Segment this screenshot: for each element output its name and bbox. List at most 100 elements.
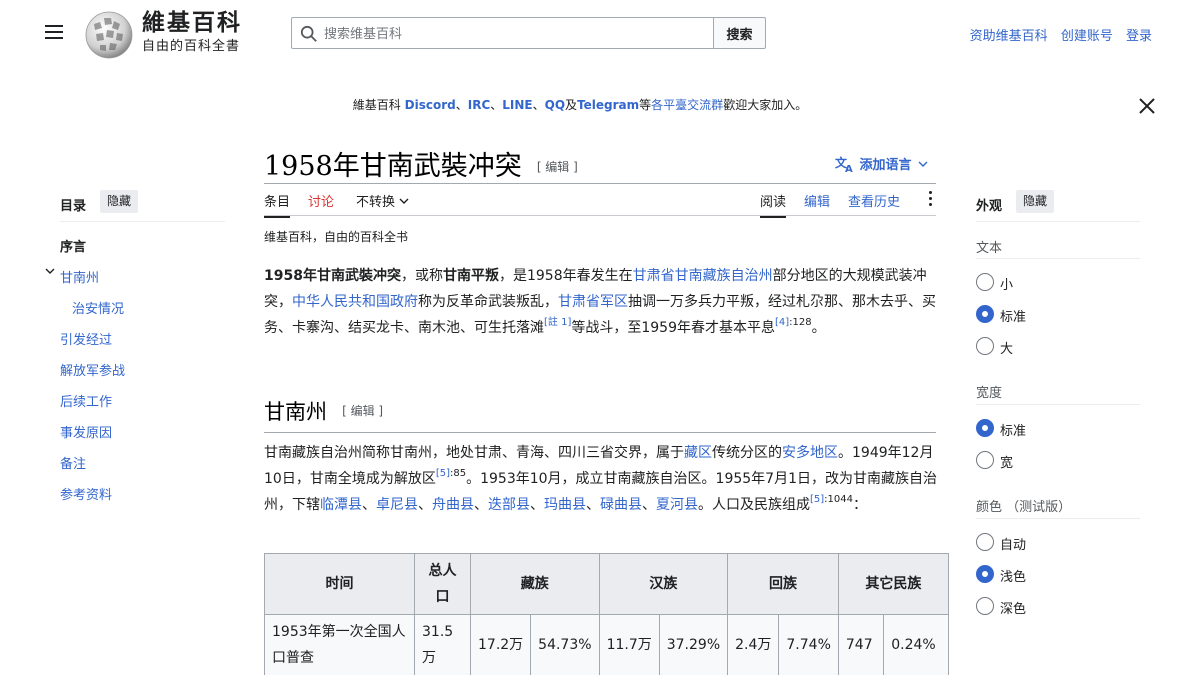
color-label: 颜色 （测试版） <box>976 500 1072 515</box>
create-account-link[interactable]: 创建账号 <box>1061 29 1113 44</box>
text: 。人口及民族组成 <box>698 497 810 513</box>
link-lintan[interactable]: 临潭县 <box>320 497 362 513</box>
footnote-ref: [5]:1044 <box>810 494 853 505</box>
link-diebu[interactable]: 迭部县 <box>488 497 530 513</box>
table-header: 回族 <box>727 553 839 615</box>
ref-page: :85 <box>450 468 467 479</box>
radio-circle <box>976 337 994 355</box>
tab-history[interactable]: 查看历史 <box>848 191 900 210</box>
search-button[interactable]: 搜索 <box>713 17 766 49</box>
text: ： <box>853 497 867 513</box>
toc-item-reasons[interactable]: 事发原因 <box>60 422 112 441</box>
notice-groups-link[interactable]: 各平臺交流群 <box>651 98 723 112</box>
section-edit-link[interactable]: [ 编辑 ] <box>342 404 383 418</box>
notice-sep: 、 <box>455 98 468 112</box>
radio-circle-selected <box>976 305 994 323</box>
divider <box>976 258 1140 259</box>
bold-term: 甘南平叛 <box>442 268 499 284</box>
notice-discord-link[interactable]: Discord <box>405 98 456 112</box>
table-cell: 37.29% <box>658 614 729 675</box>
search-input[interactable] <box>324 23 704 45</box>
divider <box>976 404 1140 405</box>
toc-item-references[interactable]: 参考资料 <box>60 484 112 503</box>
page-title-area: 1958年甘南武裝冲突 [ 编辑 ] <box>264 144 578 183</box>
toc-header: 目录 隐藏 <box>60 190 225 222</box>
chevron-down-icon[interactable] <box>45 266 55 276</box>
link-zhuoni[interactable]: 卓尼县 <box>376 497 418 513</box>
link-tibet-region[interactable]: 藏区 <box>684 445 712 461</box>
chevron-down-icon <box>399 198 409 204</box>
main-menu-icon[interactable] <box>42 22 66 46</box>
more-actions-icon[interactable] <box>927 189 933 209</box>
search-icon <box>300 25 317 42</box>
svg-text:A: A <box>845 164 853 173</box>
notice-prefix: 維基百科 <box>352 98 405 112</box>
radio-circle-selected <box>976 419 994 437</box>
note-1-link[interactable]: [註 1] <box>544 317 571 328</box>
link-prc-government[interactable]: 中华人民共和国政府 <box>292 294 418 310</box>
text: ，是1958年春发生在 <box>498 268 633 284</box>
site-header: 維基百科 自由的百科全書 搜索 资助维基百科 创建账号 登录 <box>0 0 1200 70</box>
wordmark-name: 維基百科 <box>142 9 242 36</box>
radio-circle <box>976 451 994 469</box>
toc-hide-button[interactable]: 隐藏 <box>100 190 139 213</box>
radio-label: 深色 <box>1000 602 1027 617</box>
notice-qq-link[interactable]: QQ <box>545 98 565 112</box>
radio-circle <box>976 273 994 291</box>
ref-5-link[interactable]: [5] <box>436 468 450 479</box>
wikipedia-globe-logo[interactable] <box>84 10 134 60</box>
table-row: 1953年第一次全国人口普查 31.5万 17.2万 54.73% 11.7万 … <box>264 614 949 675</box>
add-languages-button[interactable]: 文 A 添加语言 <box>835 154 928 175</box>
notice-line-link[interactable]: LINE <box>502 98 532 112</box>
link-gannan-prefecture[interactable]: 甘南藏族自治州 <box>675 268 773 284</box>
login-link[interactable]: 登录 <box>1126 29 1152 44</box>
tab-edit[interactable]: 编辑 <box>804 191 830 210</box>
radio-label: 标准 <box>1000 424 1027 439</box>
toc-item-cause[interactable]: 引发经过 <box>60 329 112 348</box>
add-languages-label: 添加语言 <box>859 158 912 173</box>
toc-item-gannan[interactable]: 甘南州 <box>60 267 99 286</box>
tab-talk[interactable]: 讨论 <box>308 191 334 210</box>
toc-item-intro[interactable]: 序言 <box>60 236 86 255</box>
text: 传统分区的 <box>712 445 782 461</box>
table-of-contents: 目录 隐藏 序言 甘南州 治安情况 引发经过 解放军参战 后续工作 事发原因 备… <box>45 190 225 503</box>
table-header: 时间 <box>264 553 415 615</box>
table-header: 汉族 <box>598 553 729 615</box>
toc-item-security[interactable]: 治安情况 <box>72 298 124 317</box>
site-notice: 維基百科 Discord、IRC、LINE、QQ及Telegram等各平臺交流群… <box>0 96 1160 113</box>
population-table: 时间 总人口 藏族 汉族 回族 其它民族 1953年第一次全国人口普查 31.5… <box>264 553 949 675</box>
user-links: 资助维基百科 创建账号 登录 <box>961 25 1152 44</box>
link-amdo[interactable]: 安多地区 <box>782 445 838 461</box>
link-gansu-military[interactable]: 甘肃省军区 <box>558 294 628 310</box>
ref-4-link[interactable]: [4] <box>775 317 789 328</box>
tab-article[interactable]: 条目 <box>264 191 291 218</box>
site-tagline: 维基百科，自由的百科全书 <box>264 230 409 244</box>
text: 甘南藏族自治州简称甘南州，地处甘肃、青海、四川三省交界，属于 <box>264 445 684 461</box>
toc-item-notes[interactable]: 备注 <box>60 453 86 472</box>
variant-dropdown[interactable]: 不转换 <box>356 191 409 210</box>
link-maqu[interactable]: 玛曲县 <box>544 497 586 513</box>
link-luqu[interactable]: 碌曲县 <box>600 497 642 513</box>
notice-telegram-link[interactable]: Telegram <box>577 98 639 112</box>
text: 称为反革命武装叛乱， <box>418 294 558 310</box>
section-heading: 甘南州 [ 编辑 ] <box>264 396 936 433</box>
title-edit-link[interactable]: [ 编辑 ] <box>537 160 578 174</box>
search-form: 搜索 <box>291 17 766 49</box>
toc-item-aftermath[interactable]: 后续工作 <box>60 391 112 410</box>
appearance-hide-button[interactable]: 隐藏 <box>1016 190 1055 213</box>
close-icon[interactable] <box>1137 96 1157 116</box>
title-rule <box>264 183 936 184</box>
table-header-row: 时间 总人口 藏族 汉族 回族 其它民族 <box>264 553 949 615</box>
footnote-ref: [5]:85 <box>436 468 466 479</box>
link-xiahe[interactable]: 夏河县 <box>656 497 698 513</box>
notice-sep: 、 <box>532 98 545 112</box>
link-gansu[interactable]: 甘肃省 <box>633 268 675 284</box>
footnote-ref: [4]:128 <box>775 317 812 328</box>
donate-link[interactable]: 资助维基百科 <box>970 29 1048 44</box>
tab-read[interactable]: 阅读 <box>760 191 787 218</box>
notice-irc-link[interactable]: IRC <box>468 98 491 112</box>
link-zhouqu[interactable]: 舟曲县 <box>432 497 474 513</box>
wordmark[interactable]: 維基百科 自由的百科全書 <box>142 10 242 56</box>
ref-5b-link[interactable]: [5] <box>810 494 824 505</box>
toc-item-pla[interactable]: 解放军参战 <box>60 360 125 379</box>
